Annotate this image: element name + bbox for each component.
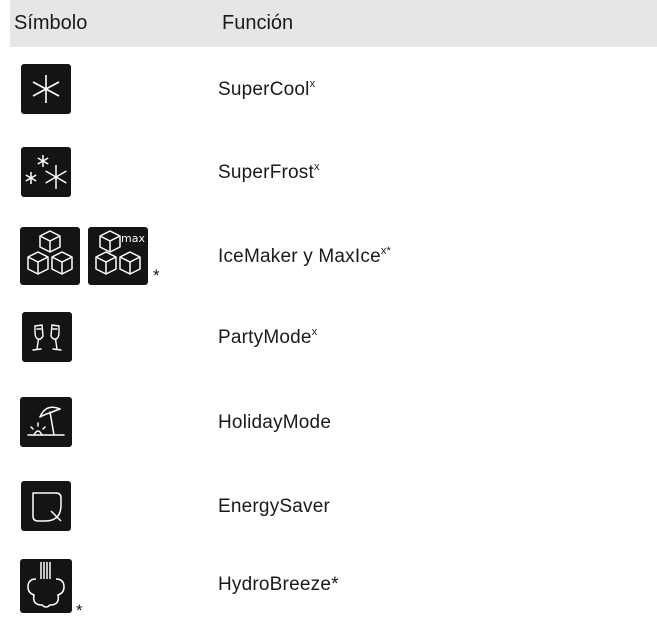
function-label: SuperCoolx	[218, 77, 316, 100]
header-symbol: Símbolo	[14, 12, 88, 34]
icemaker-cubes-icon	[20, 227, 80, 285]
maxice-cubes-icon: max	[88, 227, 148, 285]
holidaymode-umbrella-icon	[20, 397, 72, 447]
function-label: SuperFrostx	[218, 160, 320, 183]
energysaver-leaf-icon	[21, 481, 71, 531]
table-row: EnergySaver	[10, 480, 657, 532]
superfrost-snowflakes-icon	[21, 147, 71, 197]
table-row: HolidayMode	[10, 395, 657, 449]
symbol-function-table: Símbolo Función SuperCoolx SuperFrostx m…	[10, 0, 657, 620]
hydrobreeze-icon	[20, 559, 72, 613]
function-label: EnergySaver	[218, 495, 331, 517]
max-label: max	[121, 232, 145, 245]
table-row: PartyModex	[10, 311, 657, 363]
partymode-glasses-icon	[22, 312, 72, 362]
function-label: HydroBreeze*	[218, 573, 339, 595]
footnote-asterisk: *	[76, 601, 83, 620]
function-label: HolidayMode	[218, 411, 332, 433]
footnote-asterisk: *	[153, 266, 160, 285]
header-function: Función	[222, 12, 294, 34]
table-row: SuperCoolx	[10, 62, 657, 116]
table-row: SuperFrostx	[10, 145, 657, 199]
table-header: Símbolo Función	[10, 0, 657, 47]
function-label: PartyModex	[218, 325, 318, 348]
function-label: IceMaker y MaxIcex*	[218, 244, 392, 267]
supercool-snowflake-icon	[21, 64, 71, 114]
table-row: * HydroBreeze*	[10, 553, 657, 620]
table-row: max * IceMaker y MaxIcex*	[10, 224, 657, 288]
